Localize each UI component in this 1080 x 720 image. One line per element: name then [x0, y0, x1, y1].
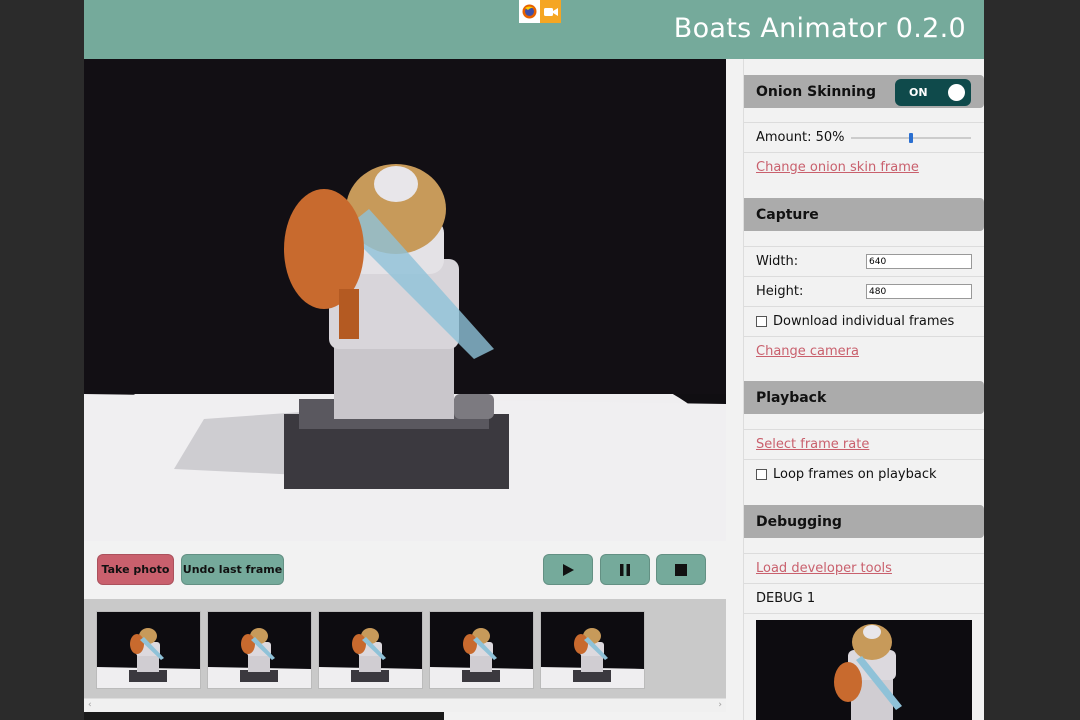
frame-thumbnails: [96, 611, 645, 689]
debug-text-row: DEBUG 1: [744, 583, 984, 613]
onion-skinning-title: Onion Skinning: [756, 83, 877, 100]
onion-skinning-header: Onion Skinning ON: [744, 75, 984, 108]
change-onion-frame-row: Change onion skin frame: [744, 152, 984, 182]
pause-icon: [620, 563, 630, 576]
settings-sidebar: Onion Skinning ON Amount: 50% Change oni…: [743, 59, 984, 720]
scroll-left-arrow-icon[interactable]: ‹: [88, 700, 92, 710]
app-title: Boats Animator 0.2.0: [673, 13, 966, 44]
undo-last-frame-button[interactable]: Undo last frame: [181, 554, 284, 585]
frame-thumbnail[interactable]: [540, 611, 645, 689]
change-camera-row: Change camera: [744, 336, 984, 366]
app-window: Boats Animator 0.2.0 Take photo Undo las…: [84, 0, 984, 720]
width-label: Width:: [756, 254, 799, 269]
capture-controls: Take photo Undo last frame: [84, 541, 726, 599]
onion-amount-label: Amount: 50%: [756, 130, 845, 145]
toggle-label: ON: [909, 86, 928, 99]
divider: [744, 613, 984, 614]
play-icon: [563, 563, 574, 576]
timeline-scrollbar[interactable]: ‹ ›: [84, 698, 726, 712]
height-label: Height:: [756, 284, 804, 299]
frame-thumbnail[interactable]: [318, 611, 423, 689]
load-developer-tools-link[interactable]: Load developer tools: [756, 561, 892, 576]
download-frames-checkbox[interactable]: [756, 316, 767, 327]
firefox-icon[interactable]: [519, 0, 540, 23]
height-row: Height:: [744, 276, 984, 306]
loop-frames-row: Loop frames on playback: [744, 459, 984, 489]
debug-preview-image: [756, 620, 972, 720]
take-photo-button[interactable]: Take photo: [97, 554, 174, 585]
frame-thumbnail[interactable]: [207, 611, 312, 689]
width-row: Width:: [744, 246, 984, 276]
bottom-strip: [84, 712, 444, 720]
scroll-right-arrow-icon[interactable]: ›: [718, 700, 722, 710]
onion-amount-row: Amount: 50%: [744, 122, 984, 152]
capture-header: Capture: [744, 198, 984, 231]
playback-title: Playback: [756, 389, 827, 406]
stop-icon: [675, 563, 687, 576]
pause-button[interactable]: [600, 554, 650, 585]
debug-text: DEBUG 1: [756, 591, 816, 606]
debugging-header: Debugging: [744, 505, 984, 538]
camera-icon[interactable]: [540, 0, 561, 23]
play-button[interactable]: [543, 554, 593, 585]
change-onion-skin-frame-link[interactable]: Change onion skin frame: [756, 160, 919, 175]
loop-frames-label: Loop frames on playback: [773, 467, 937, 482]
frame-timeline: [84, 599, 726, 698]
download-frames-row: Download individual frames: [744, 306, 984, 336]
header-icons: [519, 0, 561, 23]
download-frames-label: Download individual frames: [773, 314, 955, 329]
slider-thumb[interactable]: [909, 133, 913, 143]
capture-title: Capture: [756, 206, 819, 223]
change-camera-link[interactable]: Change camera: [756, 344, 859, 359]
debugging-title: Debugging: [756, 513, 842, 530]
height-field[interactable]: [866, 284, 972, 299]
dev-tools-row: Load developer tools: [744, 553, 984, 583]
width-field[interactable]: [866, 254, 972, 269]
select-frame-rate-link[interactable]: Select frame rate: [756, 437, 869, 452]
frame-rate-row: Select frame rate: [744, 429, 984, 459]
stop-button[interactable]: [656, 554, 706, 585]
header-bar: Boats Animator 0.2.0: [84, 0, 984, 59]
frame-thumbnail[interactable]: [96, 611, 201, 689]
toggle-knob: [948, 84, 965, 101]
playback-header: Playback: [744, 381, 984, 414]
onion-amount-slider[interactable]: [851, 133, 971, 143]
loop-frames-checkbox[interactable]: [756, 469, 767, 480]
frame-thumbnail[interactable]: [429, 611, 534, 689]
camera-preview: [84, 59, 726, 541]
onion-skinning-toggle[interactable]: ON: [895, 79, 971, 106]
live-view-image: [84, 59, 726, 541]
